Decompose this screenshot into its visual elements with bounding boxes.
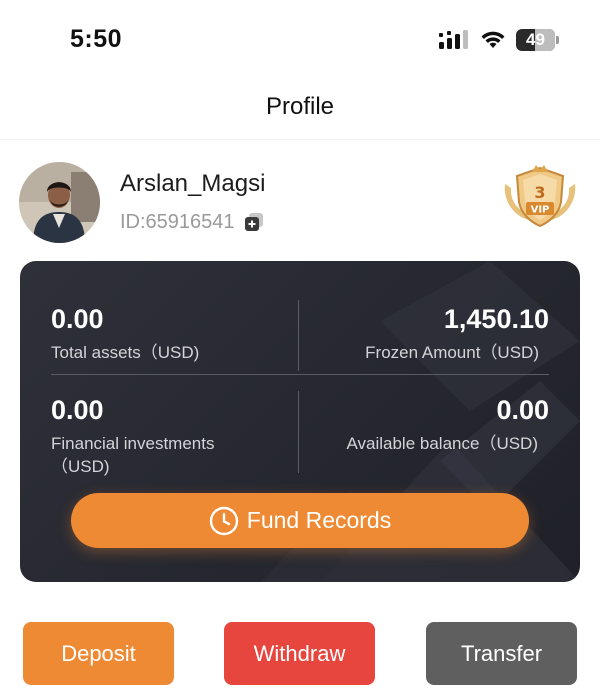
available-balance-amount: 0.00 — [496, 395, 549, 425]
nav-bar: Profile — [0, 80, 600, 140]
available-balance-label: Available balance（USD) — [346, 434, 538, 453]
status-bar: 5:50 49 — [0, 0, 600, 80]
available-balance: 0.00 Available balance（USD) — [346, 395, 549, 455]
total-assets: 0.00 Total assets（USD) — [51, 304, 199, 364]
deposit-button[interactable]: Deposit — [23, 622, 174, 685]
transfer-button[interactable]: Transfer — [426, 622, 577, 685]
clock-icon — [209, 506, 238, 535]
user-id: ID:65916541 — [120, 210, 235, 233]
status-time: 5:50 — [70, 25, 123, 53]
financial-investments-amount: 0.00 — [51, 395, 104, 425]
divider — [298, 391, 299, 473]
frozen-amount-label: Frozen Amount（USD) — [365, 343, 539, 362]
user-id-row: ID:65916541 — [120, 209, 265, 235]
fund-records-label: Fund Records — [246, 507, 392, 533]
avatar-photo — [19, 162, 100, 243]
frozen-amount: 1,450.10 Frozen Amount（USD) — [365, 304, 549, 364]
vip-level: 3 — [534, 183, 545, 202]
fund-records-button[interactable]: Fund Records — [71, 493, 529, 548]
total-assets-label: Total assets（USD) — [51, 343, 200, 362]
username: Arslan_Magsi — [120, 170, 266, 197]
financial-investments-label: Financial investments（USD) — [51, 434, 215, 476]
frozen-amount-value: 1,450.10 — [443, 304, 549, 334]
battery-level: 49 — [526, 30, 545, 49]
avatar[interactable] — [19, 162, 100, 243]
vip-badge: 3 VIP — [499, 162, 581, 232]
page-title: Profile — [265, 93, 335, 120]
assets-card: 0.00 Total assets（USD) 1,450.10 Frozen A… — [20, 261, 580, 582]
divider — [298, 300, 299, 371]
vip-text: VIP — [531, 205, 550, 216]
divider — [51, 374, 549, 375]
wifi-icon — [481, 31, 505, 48]
copy-icon[interactable] — [243, 211, 265, 233]
financial-investments: 0.00 Financial investments（USD) — [51, 395, 251, 478]
battery-icon: 49 — [516, 29, 560, 51]
signal-icon — [439, 30, 468, 49]
withdraw-button[interactable]: Withdraw — [224, 622, 375, 685]
total-assets-amount: 0.00 — [51, 304, 104, 334]
